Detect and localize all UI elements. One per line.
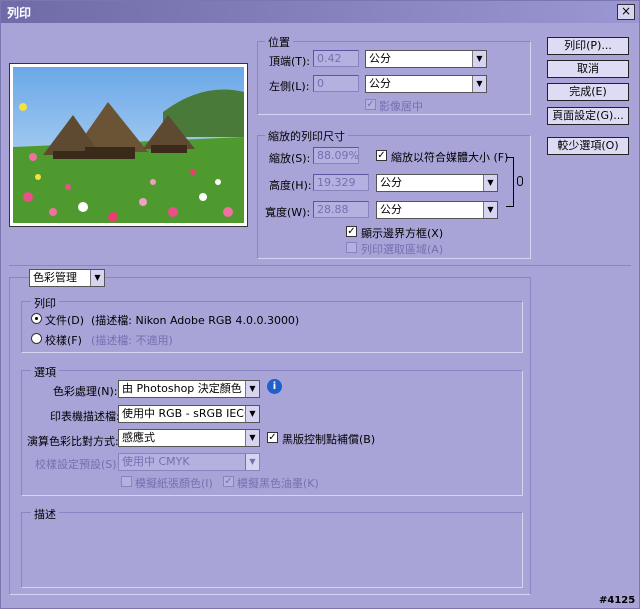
- title-bar[interactable]: 列印 ×: [1, 1, 639, 23]
- top-label: 頂端(T):: [269, 55, 311, 68]
- bounding-box-checkbox[interactable]: ✓: [346, 226, 357, 237]
- position-group-title: 位置: [265, 34, 293, 50]
- page-setup-button[interactable]: 頁面設定(G)...: [547, 107, 629, 125]
- close-button[interactable]: ×: [617, 4, 635, 20]
- proof-radio[interactable]: [31, 333, 42, 344]
- black-point-checkbox[interactable]: ✓: [267, 432, 278, 443]
- black-point-label: 黑版控制點補償(B): [282, 433, 376, 446]
- chevron-down-icon: ▼: [472, 51, 486, 67]
- center-image-label: 影像居中: [379, 100, 423, 113]
- landscape-photo: [13, 67, 244, 223]
- printer-profile-label: 印表機描述檔:: [50, 410, 120, 423]
- simulate-paper-label: 模擬紙張顏色(I): [135, 477, 213, 490]
- color-handling-select[interactable]: 由 Photoshop 決定顏色 ▼: [118, 380, 260, 398]
- chevron-down-icon: ▼: [245, 381, 259, 397]
- top-input[interactable]: 0.42: [313, 50, 359, 67]
- document-label: 文件(D): [45, 314, 85, 327]
- printer-profile-value: 使用中 RGB - sRGB IEC6...: [122, 407, 260, 420]
- color-management-value: 色彩管理: [33, 271, 77, 284]
- print-preview: [9, 63, 248, 227]
- left-input[interactable]: 0: [313, 75, 359, 92]
- width-unit-value: 公分: [380, 203, 402, 216]
- info-icon[interactable]: i: [267, 379, 282, 394]
- chevron-down-icon: ▼: [245, 406, 259, 422]
- divider: [9, 265, 631, 266]
- fit-media-label: 縮放以符合媒體大小 (F): [391, 151, 509, 164]
- color-management-dropdown[interactable]: 色彩管理 ▼: [29, 269, 105, 287]
- document-profile: (描述檔: Nikon Adobe RGB 4.0.0.3000): [91, 314, 300, 327]
- proof-profile: (描述檔: 不適用): [91, 334, 173, 347]
- height-unit-select[interactable]: 公分 ▼: [376, 174, 498, 192]
- width-input[interactable]: 28.88: [313, 201, 369, 218]
- rendering-intent-select[interactable]: 感應式 ▼: [118, 429, 260, 447]
- color-handling-label: 色彩處理(N):: [53, 385, 118, 398]
- fit-media-checkbox[interactable]: ✓: [376, 150, 387, 161]
- window-title: 列印: [7, 6, 32, 20]
- fewer-options-button[interactable]: 較少選項(O): [547, 137, 629, 155]
- simulate-ink-label: 模擬黑色油墨(K): [237, 477, 319, 490]
- left-unit-value: 公分: [369, 77, 391, 90]
- print-button[interactable]: 列印(P)...: [547, 37, 629, 55]
- color-handling-value: 由 Photoshop 決定顏色: [122, 382, 242, 395]
- scale-input[interactable]: 88.09%: [313, 147, 359, 164]
- constrain-bracket: [506, 157, 514, 207]
- scaled-group-title: 縮放的列印尺寸: [265, 128, 348, 144]
- scale-label: 縮放(S):: [269, 152, 311, 165]
- simulate-ink-checkbox[interactable]: ✓: [223, 476, 234, 487]
- chevron-down-icon: ▼: [90, 270, 104, 286]
- cancel-button[interactable]: 取消: [547, 60, 629, 78]
- height-label: 高度(H):: [269, 179, 312, 192]
- top-unit-value: 公分: [369, 52, 391, 65]
- printer-profile-select[interactable]: 使用中 RGB - sRGB IEC6... ▼: [118, 405, 260, 423]
- height-unit-value: 公分: [380, 176, 402, 189]
- top-unit-select[interactable]: 公分 ▼: [365, 50, 487, 68]
- proof-setup-label: 校樣設定預設(S):: [35, 458, 121, 471]
- description-title: 描述: [31, 506, 59, 522]
- bounding-box-label: 顯示邊界方框(X): [361, 227, 444, 240]
- chevron-down-icon: ▼: [483, 202, 497, 218]
- left-label: 左側(L):: [269, 80, 310, 93]
- center-image-checkbox[interactable]: ✓: [365, 99, 376, 110]
- chevron-down-icon: ▼: [483, 175, 497, 191]
- chevron-down-icon: ▼: [245, 430, 259, 446]
- done-button[interactable]: 完成(E): [547, 83, 629, 101]
- width-label: 寬度(W):: [265, 206, 311, 219]
- options-title: 選項: [31, 364, 59, 380]
- print-dialog: 列印 × 位置 頂端(T): 0.42 公分 ▼ 左側(L): 0 公分 ▼ ✓…: [0, 0, 640, 609]
- print-selection-label: 列印選取區域(A): [361, 243, 444, 256]
- document-radio[interactable]: [31, 313, 42, 324]
- rendering-intent-label: 演算色彩比對方式:: [27, 435, 119, 448]
- chevron-down-icon: ▼: [472, 76, 486, 92]
- proof-label: 校樣(F): [45, 334, 82, 347]
- height-input[interactable]: 19.329: [313, 174, 369, 191]
- print-selection-checkbox[interactable]: [346, 242, 357, 253]
- proof-setup-select[interactable]: 使用中 CMYK ▼: [118, 453, 260, 471]
- rendering-intent-value: 感應式: [122, 431, 155, 444]
- link-icon[interactable]: [517, 176, 523, 186]
- print-source-title: 列印: [31, 295, 59, 311]
- watermark: #4125: [599, 595, 636, 606]
- preview-image: [13, 67, 244, 223]
- width-unit-select[interactable]: 公分 ▼: [376, 201, 498, 219]
- description-group: [21, 512, 523, 588]
- simulate-paper-checkbox[interactable]: [121, 476, 132, 487]
- left-unit-select[interactable]: 公分 ▼: [365, 75, 487, 93]
- chevron-down-icon: ▼: [245, 454, 259, 470]
- proof-setup-value: 使用中 CMYK: [122, 455, 190, 468]
